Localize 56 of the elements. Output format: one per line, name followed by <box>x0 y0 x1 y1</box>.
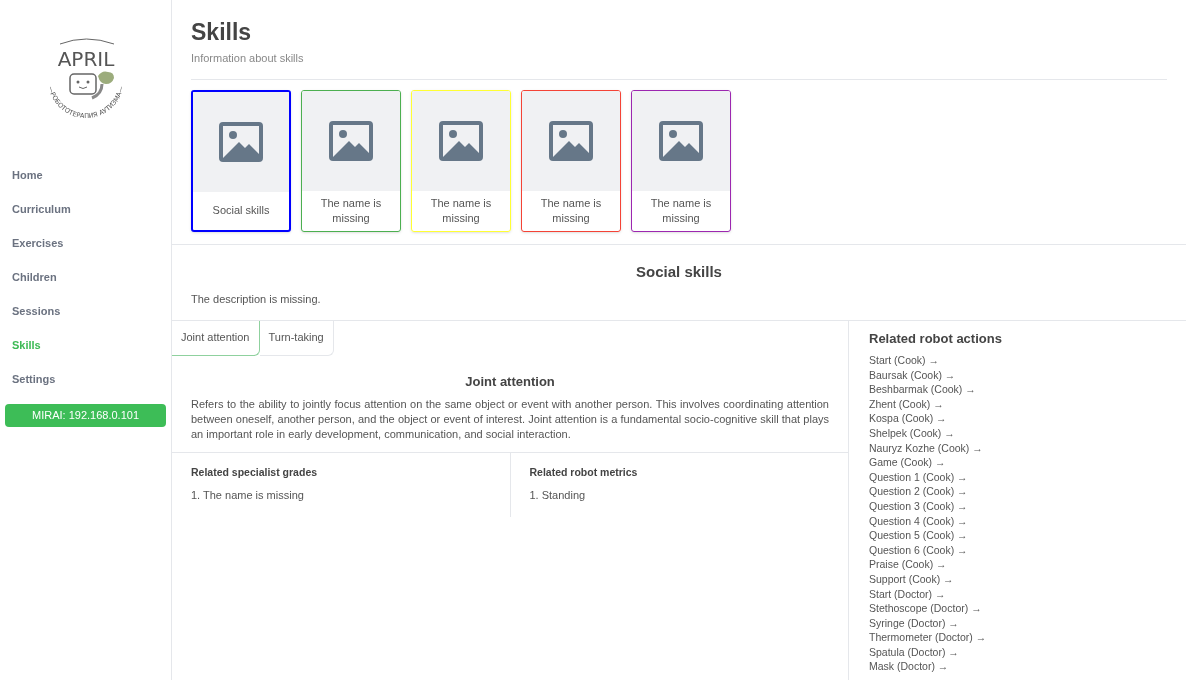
robot-action-link[interactable]: Nauryz Kozhe (Cook) → <box>869 440 983 456</box>
skill-name: The name is missing <box>539 195 603 226</box>
skill-card[interactable]: The name is missing <box>301 89 401 232</box>
sidebar-item[interactable]: Curriculum <box>0 192 171 226</box>
robot-action-link[interactable]: Thermometer (Doctor) → <box>869 630 987 645</box>
page-title: Skills <box>191 18 253 46</box>
robot-action-link[interactable]: Beshbarmak (Cook) → <box>869 382 976 397</box>
robot-action-link[interactable]: Question 2 (Cook) → <box>869 484 968 499</box>
robot-action-link[interactable]: Mask (Doctor) → <box>869 659 949 675</box>
list-item: 1. The name is missing <box>191 487 305 503</box>
skill-name: The name is missing <box>649 195 713 226</box>
robot-action-link[interactable]: Question 1 (Cook) → <box>869 469 968 485</box>
subskill-description: Refers to the ability to jointly focus attention on the same object or event with another person. This involves coordinating attention between oneself, another person, and the object or event of interest. Joint attention is a fundamental socio-cognitive skill that plays an important role in early development, communication, and social interaction. <box>191 397 829 442</box>
sidebar-item[interactable]: Home <box>0 158 171 192</box>
robot-action-link[interactable]: Zhent (Cook) → <box>869 396 944 412</box>
image-icon <box>659 120 703 161</box>
skill-card[interactable]: The name is missing <box>411 89 511 232</box>
robot-action-link[interactable]: Praise (Cook) → <box>869 557 947 572</box>
robot-action-link[interactable]: Question 4 (Cook) → <box>869 513 968 529</box>
sidebar-item[interactable]: Sessions <box>0 294 171 328</box>
robot-action-link[interactable]: Question 3 (Cook) → <box>869 498 968 514</box>
robot-action-link[interactable]: Spatula (Doctor) → <box>869 644 959 660</box>
sidebar-item[interactable]: Settings <box>0 362 171 396</box>
robot-action-link[interactable]: Baursak (Cook) → <box>869 367 956 383</box>
robot-action-link[interactable]: Support (Cook) → <box>869 571 954 587</box>
image-icon <box>549 120 593 161</box>
image-icon <box>329 120 373 161</box>
skill-name: The name is missing <box>319 195 383 226</box>
robot-action-link[interactable]: Game (Cook) → <box>869 455 946 470</box>
robot-action-link[interactable]: Start (Doctor) → <box>869 586 946 602</box>
robot-action-link[interactable]: Syringe (Doctor) → <box>869 615 959 631</box>
tab[interactable]: Turn-taking <box>259 320 334 356</box>
robot-action-link[interactable]: Question 6 (Cook) → <box>869 542 968 558</box>
skill-card[interactable]: Social skills <box>191 89 291 232</box>
page-subtitle: Information about skills <box>191 51 305 66</box>
skill-title: Social skills <box>635 261 723 282</box>
skill-card[interactable]: The name is missing <box>631 89 731 232</box>
actions-heading: Related robot actions <box>869 329 1003 348</box>
skill-name: Social skills <box>211 203 271 218</box>
subskill-title: Joint attention <box>464 372 556 391</box>
robot-action-link[interactable]: Question 5 (Cook) → <box>869 528 968 543</box>
image-icon <box>439 120 483 161</box>
skill-name: The name is missing <box>429 195 493 226</box>
image-icon <box>219 121 263 162</box>
robot-action-link[interactable]: Stethoscope (Doctor) → <box>869 601 982 616</box>
sidebar-item[interactable]: Children <box>0 260 171 294</box>
skill-description: The description is missing. <box>191 292 322 307</box>
section-heading: Related robot metrics <box>529 465 639 480</box>
skill-card[interactable]: The name is missing <box>521 89 621 232</box>
section-heading: Related specialist grades <box>191 465 319 480</box>
tab[interactable]: Joint attention <box>172 320 260 356</box>
list-item: 1. Standing <box>529 487 587 503</box>
robot-action-link[interactable]: Kospa (Cook) → <box>869 411 947 426</box>
sidebar-item[interactable]: Exercises <box>0 226 171 260</box>
robot-action-link[interactable]: Start (Cook) → <box>869 353 939 368</box>
robot-action-link[interactable]: Shelpek (Cook) → <box>869 425 955 441</box>
